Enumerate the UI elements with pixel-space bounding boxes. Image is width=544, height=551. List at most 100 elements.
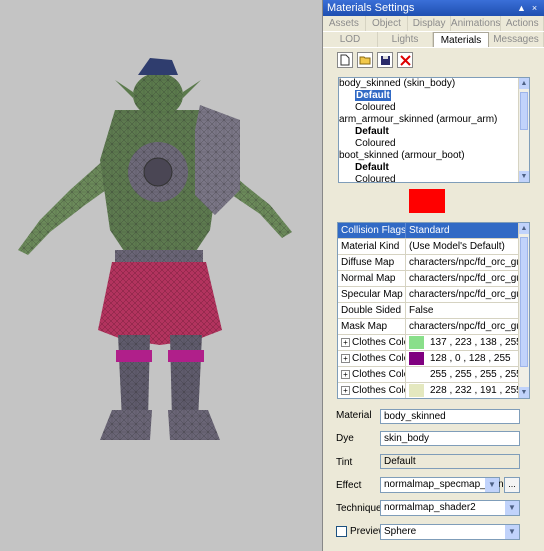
property-row[interactable]: Material Kind (Use Model's Default): [338, 239, 529, 255]
property-row[interactable]: Mask Map characters/npc/fd_orc_guard: [338, 319, 529, 335]
property-value[interactable]: False: [406, 303, 529, 318]
tab-row-2: LOD Lights Materials Messages: [323, 32, 544, 48]
property-value[interactable]: 128 , 0 , 128 , 255: [406, 351, 529, 366]
scroll-down-icon[interactable]: ▼: [519, 387, 529, 398]
tab-animations[interactable]: Animations: [451, 16, 502, 31]
property-value[interactable]: 255 , 255 , 255 , 255: [406, 367, 529, 382]
delete-x-icon[interactable]: [397, 52, 413, 68]
tree-item[interactable]: body_skinned (skin_body): [339, 78, 529, 90]
material-tree[interactable]: body_skinned (skin_body) Default Coloure…: [338, 77, 530, 183]
property-value[interactable]: characters/npc/fd_orc_guard: [406, 271, 529, 286]
color-swatch[interactable]: [409, 352, 424, 365]
property-key: +Clothes Colour: [338, 367, 406, 382]
property-value-text: characters/npc/fd_orc_guard: [409, 321, 529, 332]
checkbox-box[interactable]: [336, 526, 347, 537]
property-key-label: Clothes Colour: [352, 369, 405, 380]
chevron-down-icon[interactable]: ▼: [505, 501, 519, 515]
property-key: Mask Map: [338, 319, 406, 334]
scroll-down-icon[interactable]: ▼: [519, 171, 529, 182]
tree-subitem[interactable]: Default: [339, 162, 529, 174]
tree-scrollbar[interactable]: ▲ ▼: [518, 78, 529, 182]
technique-select[interactable]: normalmap_shader2 ▼: [380, 500, 520, 516]
scroll-up-icon[interactable]: ▲: [519, 223, 529, 234]
property-value[interactable]: characters/npc/fd_orc_guard: [406, 255, 529, 270]
tab-messages[interactable]: Messages: [489, 32, 544, 47]
tab-materials[interactable]: Materials: [433, 32, 489, 47]
tab-assets[interactable]: Assets: [323, 16, 366, 31]
property-value[interactable]: 228 , 232 , 191 , 255: [406, 383, 529, 398]
materials-toolbar: [323, 48, 544, 70]
chevron-down-icon[interactable]: ▼: [485, 478, 499, 492]
property-row[interactable]: +Clothes Colour 255 , 255 , 255 , 255: [338, 367, 529, 383]
panel-titlebar[interactable]: Materials Settings ▲ ×: [323, 0, 544, 16]
tab-actions[interactable]: Actions: [501, 16, 544, 31]
property-key-label: Clothes Colour: [352, 337, 405, 348]
tab-object[interactable]: Object: [366, 16, 409, 31]
property-key-label: Collision Flags: [341, 225, 406, 236]
tint-label: Tint: [336, 457, 353, 468]
expand-plus-icon[interactable]: +: [341, 370, 350, 379]
expand-plus-icon[interactable]: +: [341, 338, 350, 347]
expand-plus-icon[interactable]: +: [341, 354, 350, 363]
technique-value: normalmap_shader2: [384, 502, 476, 513]
tree-subitem[interactable]: Default: [339, 126, 529, 138]
preview-select[interactable]: Sphere ▼: [380, 524, 520, 540]
property-key: +Clothes Colour: [338, 335, 406, 350]
property-row[interactable]: Collision Flags Standard: [338, 223, 529, 239]
property-value-text: 128 , 0 , 128 , 255: [430, 353, 511, 364]
property-key-label: Diffuse Map: [341, 257, 395, 268]
save-disk-icon[interactable]: [377, 52, 393, 68]
new-document-icon[interactable]: [337, 52, 353, 68]
property-value[interactable]: 137 , 223 , 138 , 255: [406, 335, 529, 350]
chevron-down-icon[interactable]: ▼: [505, 525, 519, 539]
tree-item[interactable]: boot_skinned (armour_boot): [339, 150, 529, 162]
property-row[interactable]: +Clothes Colour 137 , 223 , 138 , 255: [338, 335, 529, 351]
property-key-label: Clothes Colour: [352, 353, 405, 364]
property-value[interactable]: characters/npc/fd_orc_guard: [406, 319, 529, 334]
property-row[interactable]: Specular Map characters/npc/fd_orc_guard: [338, 287, 529, 303]
tree-subitem[interactable]: Coloured: [339, 174, 529, 182]
color-swatch[interactable]: [409, 368, 424, 381]
expand-plus-icon[interactable]: +: [341, 386, 350, 395]
pin-icon[interactable]: ▲: [516, 3, 527, 14]
property-row[interactable]: +Clothes Colour 128 , 0 , 128 , 255: [338, 351, 529, 367]
tree-subitem[interactable]: Default: [339, 90, 529, 102]
effect-browse-button[interactable]: ...: [504, 477, 520, 493]
property-key: Specular Map: [338, 287, 406, 302]
color-swatch[interactable]: [409, 384, 424, 397]
color-swatch[interactable]: [409, 336, 424, 349]
scroll-up-icon[interactable]: ▲: [519, 78, 529, 89]
effect-label: Effect: [336, 480, 362, 491]
open-folder-icon[interactable]: [357, 52, 373, 68]
scroll-thumb[interactable]: [520, 237, 528, 367]
property-row[interactable]: +Clothes Colour 228 , 232 , 191 , 255: [338, 383, 529, 398]
material-field[interactable]: body_skinned: [380, 409, 520, 424]
3d-viewport[interactable]: [0, 0, 322, 551]
property-value[interactable]: Standard: [406, 223, 529, 238]
tab-lights[interactable]: Lights: [378, 32, 433, 47]
property-value-text: characters/npc/fd_orc_guard: [409, 257, 529, 268]
preview-checkbox[interactable]: Preview: [336, 526, 386, 537]
dye-field[interactable]: skin_body: [380, 431, 520, 446]
tree-item[interactable]: arm_armour_skinned (armour_arm): [339, 114, 529, 126]
effect-select[interactable]: normalmap_specmap_skin ▼: [380, 477, 504, 493]
tab-display[interactable]: Display: [408, 16, 451, 31]
tree-subitem[interactable]: Coloured: [339, 138, 529, 150]
technique-label: Technique: [336, 503, 382, 514]
tab-lod[interactable]: LOD: [323, 32, 378, 47]
material-label: Material: [336, 410, 372, 421]
tab-row-1: Assets Object Display Animations Actions: [323, 16, 544, 32]
property-grid[interactable]: Collision Flags Standard Material Kind (Use…: [337, 222, 530, 399]
grid-scrollbar[interactable]: ▲ ▼: [518, 223, 529, 398]
property-value[interactable]: characters/npc/fd_orc_guard: [406, 287, 529, 302]
property-value-text: False: [409, 305, 434, 316]
property-row[interactable]: Normal Map characters/npc/fd_orc_guard: [338, 271, 529, 287]
tree-subitem[interactable]: Coloured: [339, 102, 529, 114]
property-row[interactable]: Double Sided False: [338, 303, 529, 319]
scroll-thumb[interactable]: [520, 92, 528, 130]
property-value-text: 255 , 255 , 255 , 255: [430, 369, 522, 380]
property-value[interactable]: (Use Model's Default): [406, 239, 529, 254]
material-color-swatch[interactable]: [409, 189, 445, 213]
property-row[interactable]: Diffuse Map characters/npc/fd_orc_guard: [338, 255, 529, 271]
close-icon[interactable]: ×: [529, 3, 540, 14]
